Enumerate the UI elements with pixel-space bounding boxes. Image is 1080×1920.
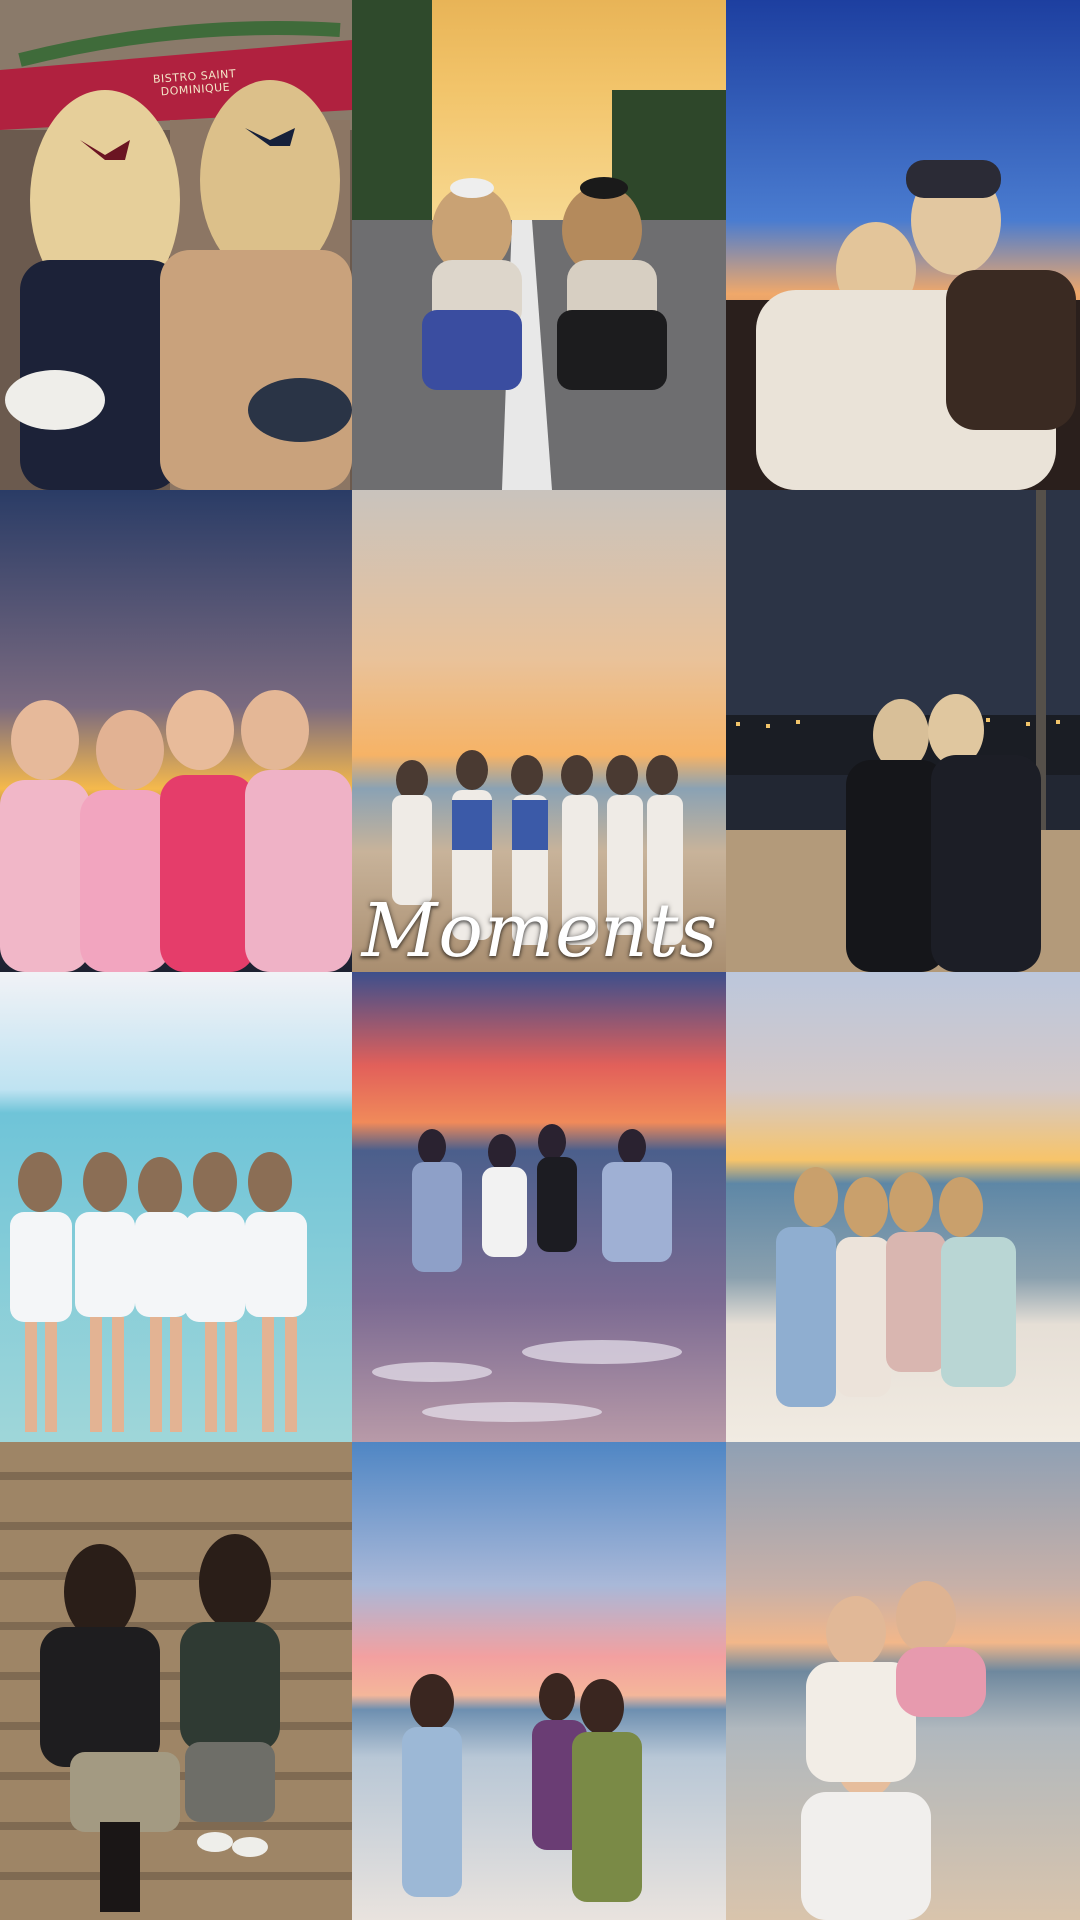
photo-beach-dancing [352, 1442, 726, 1920]
photo-friends-night-sky [726, 0, 1080, 490]
photo-beach-hands-up [352, 490, 726, 972]
photo-collage: BISTRO SAINT DOMINIQUE Moments [0, 0, 1080, 1920]
photo-friends-bistro: BISTRO SAINT DOMINIQUE [0, 0, 352, 490]
photo-beach-hearts [0, 972, 352, 1442]
photo-friends-night-harbor [726, 490, 1080, 972]
photo-beach-sunset-group [726, 972, 1080, 1442]
photo-friends-stairs [0, 1442, 352, 1920]
photo-friends-piggyback [726, 1442, 1080, 1920]
photo-road-sunset [352, 0, 726, 490]
photo-running-into-sea [352, 972, 726, 1442]
photo-friends-pink-sunset [0, 490, 352, 972]
